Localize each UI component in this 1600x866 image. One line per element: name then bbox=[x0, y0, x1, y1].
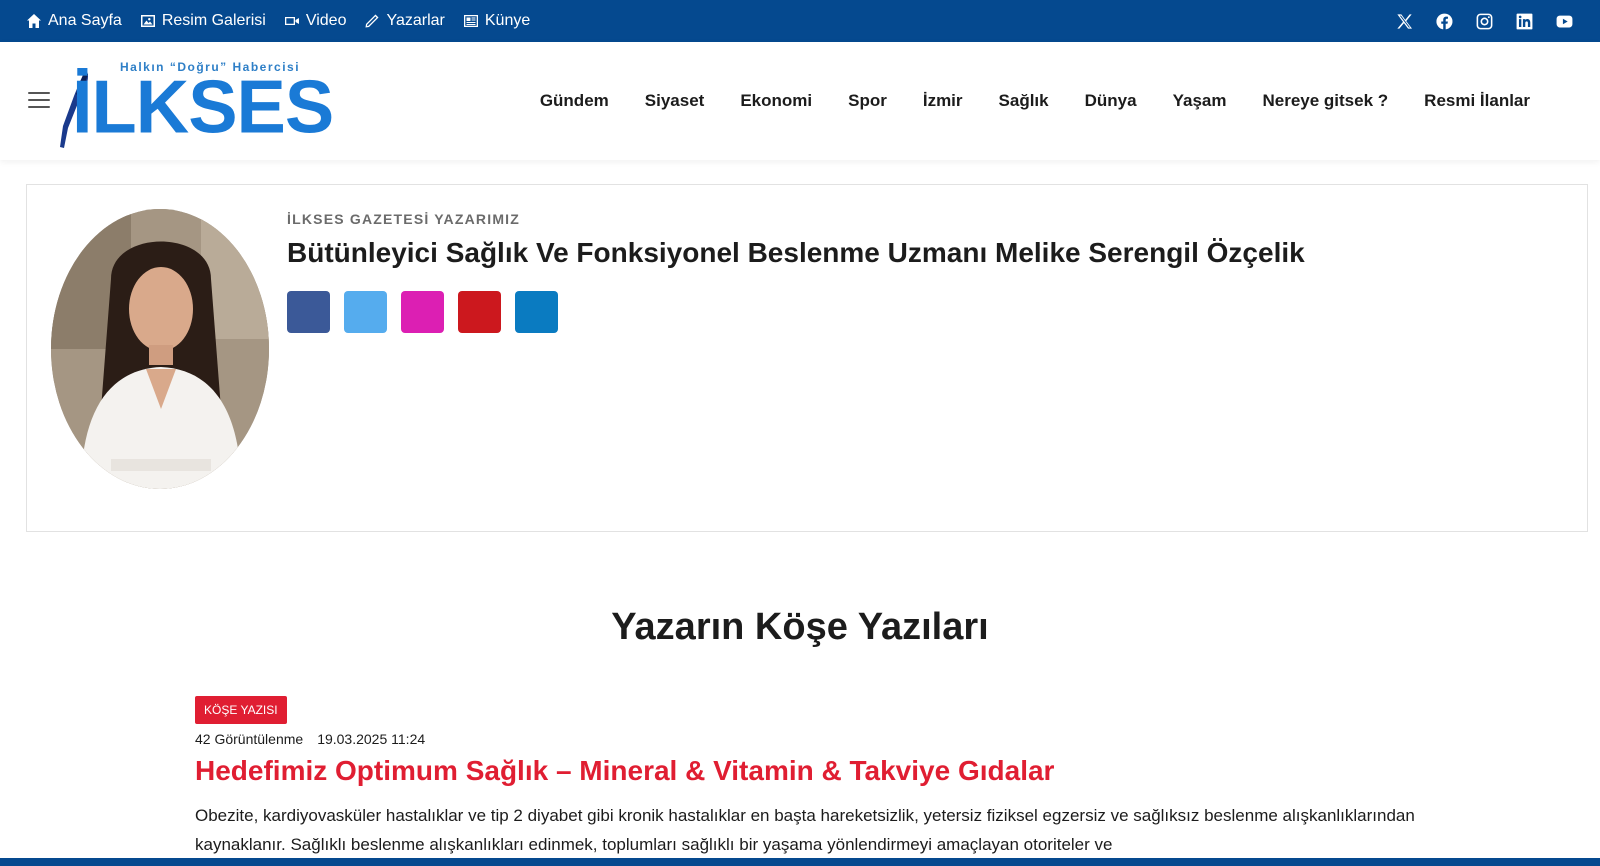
nav-yasam[interactable]: Yaşam bbox=[1173, 91, 1227, 111]
youtube-icon[interactable] bbox=[1554, 11, 1574, 31]
author-kicker: İLKSES GAZETESİ YAZARIMIZ bbox=[287, 211, 521, 227]
top-bar: Ana Sayfa Resim Galerisi Video Yazarlar … bbox=[0, 0, 1600, 42]
author-social-buttons bbox=[287, 291, 558, 333]
pen-icon bbox=[365, 14, 379, 28]
facebook-icon[interactable] bbox=[1434, 11, 1454, 31]
author-youtube-button[interactable] bbox=[458, 291, 501, 333]
top-nav-writers[interactable]: Yazarlar bbox=[364, 12, 445, 30]
nav-siyaset[interactable]: Siyaset bbox=[645, 91, 705, 111]
section-title: Yazarın Köşe Yazıları bbox=[611, 606, 989, 648]
author-name: Bütünleyici Sağlık Ve Fonksiyonel Beslen… bbox=[287, 237, 1305, 268]
author-linkedin-button[interactable] bbox=[515, 291, 558, 333]
site-logo[interactable]: Halkın “Doğru” Habercisi İLKSES bbox=[50, 52, 334, 152]
author-facebook-button[interactable] bbox=[287, 291, 330, 333]
main-nav: Gündem Siyaset Ekonomi Spor İzmir Sağlık… bbox=[540, 42, 1530, 160]
top-nav: Ana Sayfa Resim Galerisi Video Yazarlar … bbox=[26, 12, 530, 30]
nav-ekonomi[interactable]: Ekonomi bbox=[740, 91, 812, 111]
nav-gundem[interactable]: Gündem bbox=[540, 91, 609, 111]
author-instagram-button[interactable] bbox=[401, 291, 444, 333]
logo-wordmark: İLKSES bbox=[72, 64, 334, 149]
instagram-icon[interactable] bbox=[1474, 11, 1494, 31]
top-social bbox=[1394, 11, 1574, 31]
top-nav-gallery[interactable]: Resim Galerisi bbox=[140, 12, 266, 30]
category-badge[interactable]: KÖŞE YAZISI bbox=[195, 696, 287, 724]
article-date: 19.03.2025 11:24 bbox=[317, 731, 426, 747]
home-icon bbox=[27, 14, 41, 28]
author-card: İLKSES GAZETESİ YAZARIMIZ Bütünleyici Sa… bbox=[26, 184, 1588, 532]
nav-resmi-ilanlar[interactable]: Resmi İlanlar bbox=[1424, 91, 1530, 111]
nav-saglik[interactable]: Sağlık bbox=[999, 91, 1049, 111]
article-excerpt: Obezite, kardiyovasküler hastalıklar ve … bbox=[195, 806, 1415, 854]
x-icon[interactable] bbox=[1394, 11, 1414, 31]
article-title[interactable]: Hedefimiz Optimum Sağlık – Mineral & Vit… bbox=[195, 755, 1425, 787]
video-icon bbox=[284, 17, 299, 25]
article-meta: 42 Görüntülenme 19.03.2025 11:24 bbox=[195, 731, 1425, 747]
menu-icon[interactable] bbox=[28, 92, 50, 108]
image-icon bbox=[140, 15, 155, 27]
author-twitter-button[interactable] bbox=[344, 291, 387, 333]
author-avatar bbox=[51, 209, 269, 489]
top-nav-imprint[interactable]: Künye bbox=[463, 12, 530, 30]
nav-dunya[interactable]: Dünya bbox=[1085, 91, 1137, 111]
bottom-bar bbox=[0, 858, 1600, 866]
top-nav-home[interactable]: Ana Sayfa bbox=[26, 12, 122, 30]
nav-izmir[interactable]: İzmir bbox=[923, 91, 963, 111]
article-views: 42 Görüntülenme bbox=[195, 731, 304, 747]
article-item: KÖŞE YAZISI 42 Görüntülenme 19.03.2025 1… bbox=[195, 696, 1425, 859]
nav-spor[interactable]: Spor bbox=[848, 91, 887, 111]
site-header: Halkın “Doğru” Habercisi İLKSES Gündem S… bbox=[0, 42, 1600, 160]
newspaper-icon bbox=[463, 15, 478, 27]
top-nav-video[interactable]: Video bbox=[284, 12, 346, 30]
nav-nereye-gitsek[interactable]: Nereye gitsek ? bbox=[1262, 91, 1388, 111]
linkedin-icon[interactable] bbox=[1514, 11, 1534, 31]
